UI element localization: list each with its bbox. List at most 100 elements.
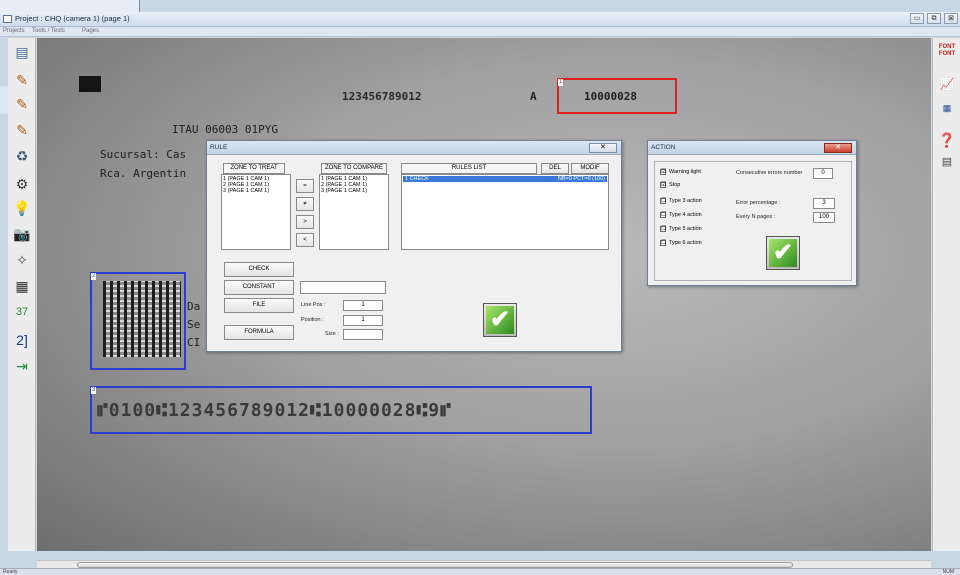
new-project-icon[interactable]: ▤ <box>12 42 32 62</box>
action-dialog-title: ACTION <box>651 144 676 151</box>
line-pos-input[interactable]: 1 <box>343 300 383 311</box>
type5-checkbox[interactable]: ☐ Type 5 action <box>660 226 702 232</box>
op-notequal-button[interactable]: ≠ <box>296 197 314 211</box>
micr-top-number: 123456789012 <box>342 90 422 103</box>
position-label: Position : <box>301 317 324 323</box>
zone-icon[interactable]: 2] <box>12 330 32 350</box>
trash-icon[interactable]: ♻ <box>12 146 32 166</box>
checkbox-icon: ☐ <box>660 198 667 204</box>
menu-projects[interactable]: Projects <box>3 28 25 34</box>
left-toolbar: ▤ ✎ ✎ ✎ ♻ ⚙ 💡 📷 ✧ ▦ 37 2] ⇥ <box>8 38 36 551</box>
test-tool-2-icon[interactable]: ✎ <box>12 94 32 114</box>
test-tool-3-icon[interactable]: ✎ <box>12 120 32 140</box>
checkmark-icon: ✔ <box>769 239 797 267</box>
amount-text: 10000028 <box>584 90 637 103</box>
bank-line: ITAU 06003 01PYG <box>172 123 278 136</box>
checkbox-icon: ☐ <box>660 240 667 246</box>
file-button[interactable]: FILE <box>224 298 294 313</box>
zone-to-treat-list[interactable]: 1 (PAGE 1 CAM 1) 2 (PAGE 1 CAM 1) 3 (PAG… <box>221 174 291 250</box>
window-title: Project : CHQ (camera 1) (page 1) <box>15 14 130 23</box>
test-tool-1-icon[interactable]: ✎ <box>12 70 32 90</box>
list-item[interactable]: 3 (PAGE 1 CAM 1) <box>321 188 387 194</box>
settings-icon[interactable]: ⚙ <box>12 174 32 194</box>
rule-name: 1 CHECK <box>405 176 429 182</box>
zone-1-label: 1 <box>558 79 564 86</box>
scanner-icon[interactable]: ▦ <box>12 276 32 296</box>
zone-3-label: 3 <box>91 387 97 394</box>
rule-close-button[interactable]: ✕ <box>589 143 617 153</box>
checkbox-icon: ☐ <box>660 212 667 218</box>
maximize-button[interactable]: ⧉ <box>927 13 941 24</box>
menu-tools-tests[interactable]: Tools / Tests <box>32 28 65 34</box>
app-icon <box>3 15 12 23</box>
status-left: Ready <box>3 569 18 575</box>
consecutive-errors-label: Consecutive errors number <box>736 170 803 176</box>
rule-row[interactable]: 1 CHECK NB=0 PCT=0 (100) <box>403 176 607 182</box>
document-letter: A <box>530 90 537 103</box>
document-corner-mark <box>79 76 101 92</box>
micr-bottom-line: ⑈0100⑆123456789012⑆10000028⑆9⑈ <box>97 400 452 421</box>
zone-to-compare-list[interactable]: 1 (PAGE 1 CAM 1) 2 (PAGE 1 CAM 1) 3 (PAG… <box>319 174 389 250</box>
type4-checkbox[interactable]: ☐ Type 4 action <box>660 212 702 218</box>
rule-detail: NB=0 PCT=0 (100) <box>557 176 605 182</box>
action-dialog: ACTION ✕ ☑ Warning light ☑ Stop ☐ Type 3 ac… <box>647 140 857 286</box>
del-button[interactable]: DEL <box>541 163 569 174</box>
window-titlebar: Project : CHQ (camera 1) (page 1) ▭ ⧉ ⊠ <box>0 12 960 27</box>
camera-icon[interactable]: 📷 <box>12 224 32 244</box>
rule-ok-button[interactable]: ✔ <box>483 303 517 337</box>
type6-checkbox[interactable]: ☐ Type 6 action <box>660 240 702 246</box>
exit-icon[interactable]: ⇥ <box>12 356 32 376</box>
rule-dialog: RULE ✕ ZONE TO TREAT 1 (PAGE 1 CAM 1) 2 … <box>206 140 622 352</box>
op-greater-button[interactable]: > <box>296 215 314 229</box>
minimize-button[interactable]: ▭ <box>910 13 924 24</box>
horizontal-scrollbar[interactable] <box>37 560 931 568</box>
action-ok-button[interactable]: ✔ <box>766 236 800 270</box>
action-dialog-titlebar: ACTION ✕ <box>648 141 856 155</box>
wand-icon[interactable]: ✧ <box>12 250 32 270</box>
list-item[interactable]: 3 (PAGE 1 CAM 1) <box>223 188 289 194</box>
numbers-icon[interactable]: ▦ <box>935 98 959 118</box>
checkbox-label: Type 4 action <box>669 212 702 218</box>
formula-button[interactable]: FORMULA <box>224 325 294 340</box>
window-controls: ▭ ⧉ ⊠ <box>910 13 958 24</box>
font-icon[interactable]: FONT FONT <box>935 44 959 64</box>
zone-2-box[interactable]: 2 <box>90 272 186 370</box>
rule-dialog-title: RULE <box>210 144 228 151</box>
branch-line: Sucursal: Cas <box>100 148 187 161</box>
op-less-button[interactable]: < <box>296 233 314 247</box>
type3-checkbox[interactable]: ☐ Type 3 action <box>660 198 702 204</box>
checkbox-label: Warning light <box>669 169 701 175</box>
rule-dialog-titlebar: RULE ✕ <box>207 141 621 155</box>
close-button[interactable]: ⊠ <box>944 13 958 24</box>
constant-button[interactable]: CONSTANT <box>224 280 294 295</box>
lightbulb-icon[interactable]: 💡 <box>12 198 32 218</box>
op-equal-button[interactable]: = <box>296 179 314 193</box>
stop-checkbox[interactable]: ☑ Stop <box>660 182 680 188</box>
side-text-2: Se <box>187 318 201 331</box>
rules-list[interactable]: 1 CHECK NB=0 PCT=0 (100) <box>401 174 609 250</box>
consecutive-errors-input[interactable]: 0 <box>813 168 833 179</box>
every-n-pages-input[interactable]: 100 <box>813 212 835 223</box>
right-toolbar: FONT FONT 📈 ▦ ❓ ▤ <box>932 38 960 551</box>
chart-icon[interactable]: 📈 <box>935 74 959 94</box>
warning-light-checkbox[interactable]: ☑ Warning light <box>660 169 701 175</box>
line-pos-label: Line Pos : <box>301 302 326 308</box>
checkbox-label: Type 3 action <box>669 198 702 204</box>
checkbox-label: Stop <box>669 182 681 188</box>
background-window-fragment <box>0 0 140 12</box>
menu-pages[interactable]: Pages <box>82 28 99 34</box>
size-label: Size : <box>325 331 339 337</box>
document-icon[interactable]: ▤ <box>935 152 959 172</box>
action-close-button[interactable]: ✕ <box>824 143 852 153</box>
checkmark-icon: ✔ <box>486 306 514 334</box>
menu-bar: Projects Tools / Tests Pages <box>0 27 960 37</box>
check-button[interactable]: CHECK <box>224 262 294 277</box>
position-input[interactable]: 1 <box>343 315 383 326</box>
constant-input[interactable] <box>300 281 386 294</box>
rules-list-header: RULES LIST <box>401 163 537 174</box>
size-input[interactable] <box>343 329 383 340</box>
error-percentage-input[interactable]: 3 <box>813 198 835 209</box>
help-icon[interactable]: ❓ <box>935 130 959 150</box>
modif-button[interactable]: MODIF <box>571 163 609 174</box>
numbers-icon[interactable]: 37 <box>12 302 32 322</box>
